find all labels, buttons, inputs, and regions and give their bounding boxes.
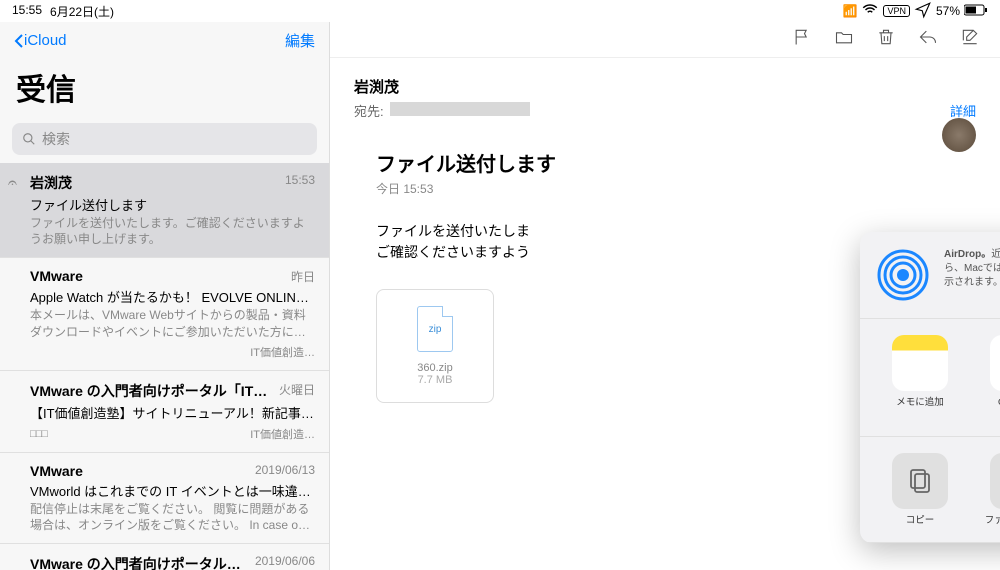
mail-item[interactable]: VMware 2019/06/13 VMworld はこれまでの IT イベントとは…	[0, 453, 329, 544]
share-sheet: AirDrop。近くの人と簡単に共有できます。iOSではコントロールセンターから…	[860, 232, 1000, 543]
mail-item[interactable]: VMware の入門者向けポータル…2019/06/06【IT価値創造塾】入門編…	[0, 544, 329, 570]
share-item-save[interactable]: ファイルに保存	[978, 453, 1000, 526]
share-label: OneDrive	[978, 397, 1000, 408]
flag-icon[interactable]	[792, 27, 812, 52]
edit-button[interactable]: 編集	[285, 30, 315, 51]
mail-preview: 本メールは、VMware Webサイトからの製品・資料ダウンロードやイベントにご…	[30, 307, 315, 339]
mail-time: 火曜日	[279, 381, 315, 401]
mail-item[interactable]: 𝄐 岩渕茂 15:53 ファイル送付しますファイルを送付いたします。ご確認くださいます…	[0, 163, 329, 258]
mail-subject: Apple Watch が当たるかも！ EVOLVE ONLINE…	[30, 287, 315, 306]
status-bar: 15:55 6月22日(土) 📶 VPN 57%	[0, 0, 1000, 22]
mail-sender: VMware の入門者向けポータル「IT…	[30, 381, 267, 401]
file-name: 360.zip	[387, 362, 483, 374]
search-input[interactable]: 検索	[12, 123, 317, 155]
share-row-apps: メモに追加OneDriveDocumentsにコピーメール	[860, 319, 1000, 437]
location-icon	[914, 1, 932, 22]
share-label: コピー	[880, 515, 960, 526]
to-value	[390, 102, 530, 116]
mail-list[interactable]: 𝄐 岩渕茂 15:53 ファイル送付しますファイルを送付いたします。ご確認くださいます…	[0, 163, 329, 570]
file-icon: zip	[417, 306, 453, 352]
message-header: 岩渕茂 宛先: 詳細	[330, 58, 1000, 130]
to-label: 宛先:	[354, 104, 384, 119]
mail-subject: VMworld はこれまでの IT イベントとは一味違う…	[30, 481, 315, 500]
share-label: ファイルに保存	[978, 515, 1000, 526]
vpn-badge: VPN	[883, 5, 910, 17]
main-pane: 岩渕茂 宛先: 詳細 ファイル送付します 今日 15:53 ファイルを送付いたし…	[330, 22, 1000, 570]
share-row-actions: コピーファイルに保存Dropboxに保存クイックルック	[860, 437, 1000, 543]
trash-icon[interactable]	[876, 27, 896, 52]
mail-item[interactable]: VMware 昨日 Apple Watch が当たるかも！ EVOLVE ONLIN…	[0, 258, 329, 370]
status-right: 📶 VPN 57%	[843, 1, 989, 22]
airdrop-title: AirDrop。	[944, 249, 991, 260]
airdrop-icon	[876, 248, 930, 302]
battery-pct: 57%	[936, 4, 960, 18]
back-label: iCloud	[24, 32, 67, 49]
mail-sender: VMware	[30, 268, 83, 285]
share-label: メモに追加	[880, 397, 960, 408]
msg-line2: ご確認くださいますよう	[376, 244, 530, 260]
message-subject: ファイル送付します	[376, 148, 954, 177]
mail-time: 2019/06/13	[255, 463, 315, 479]
mail-sender: VMware の入門者向けポータル…	[30, 554, 241, 570]
search-placeholder: 検索	[42, 129, 70, 149]
mail-subject: 【IT価値創造塾】サイトリニューアル！新記事：…	[30, 403, 315, 422]
mail-preview: ファイルを送付いたします。ご確認くださいますようお願い申し上げます。	[30, 215, 315, 247]
stars: □□□	[30, 428, 47, 440]
mail-time: 15:53	[285, 173, 315, 193]
detail-link[interactable]: 詳細	[950, 101, 976, 120]
status-date: 6月22日(土)	[50, 3, 114, 20]
share-item-notes[interactable]: メモに追加	[880, 335, 960, 420]
reply-icon[interactable]	[918, 27, 938, 52]
file-size: 7.7 MB	[387, 374, 483, 386]
avatar[interactable]	[942, 118, 976, 152]
mail-subject: ファイル送付します	[30, 195, 315, 214]
sidebar: iCloud 編集 受信 検索 𝄐 岩渕茂 15:53 ファイル送付しますファイルを送…	[0, 22, 330, 570]
compose-icon[interactable]	[960, 27, 980, 52]
mail-time: 昨日	[291, 268, 315, 285]
mail-footer-tag: IT価値創造…	[250, 426, 315, 442]
inbox-title: 受信	[0, 59, 329, 115]
status-time: 15:55	[12, 3, 42, 20]
message-from[interactable]: 岩渕茂	[354, 76, 976, 97]
mail-sender: 岩渕茂	[30, 173, 72, 193]
message-date: 今日 15:53	[376, 180, 954, 197]
mail-footer-tag: IT価値創造…	[250, 344, 315, 360]
share-item-onedrive[interactable]: OneDrive	[978, 335, 1000, 420]
wifi-icon	[861, 1, 879, 22]
mail-time: 2019/06/06	[255, 554, 315, 570]
paperclip-icon: 𝄐	[8, 175, 17, 193]
back-button[interactable]: iCloud	[14, 32, 67, 49]
airdrop-row[interactable]: AirDrop。近くの人と簡単に共有できます。iOSではコントロールセンターから…	[860, 232, 1000, 319]
message-toolbar	[330, 22, 1000, 58]
attachment[interactable]: zip 360.zip 7.7 MB	[376, 289, 494, 403]
share-item-copy[interactable]: コピー	[880, 453, 960, 526]
mail-item[interactable]: VMware の入門者向けポータル「IT… 火曜日【IT価値創造塾】サイトリニュー…	[0, 371, 329, 453]
mail-sender: VMware	[30, 463, 83, 479]
folder-icon[interactable]	[834, 27, 854, 52]
msg-line1: ファイルを送付いたしま	[376, 223, 530, 239]
signal-icon: 📶	[843, 4, 858, 18]
battery-icon	[964, 4, 988, 19]
mail-preview: 配信停止は末尾をご覧ください。 閲覧に問題がある場合は、オンライン版をご覧くださ…	[30, 501, 315, 533]
